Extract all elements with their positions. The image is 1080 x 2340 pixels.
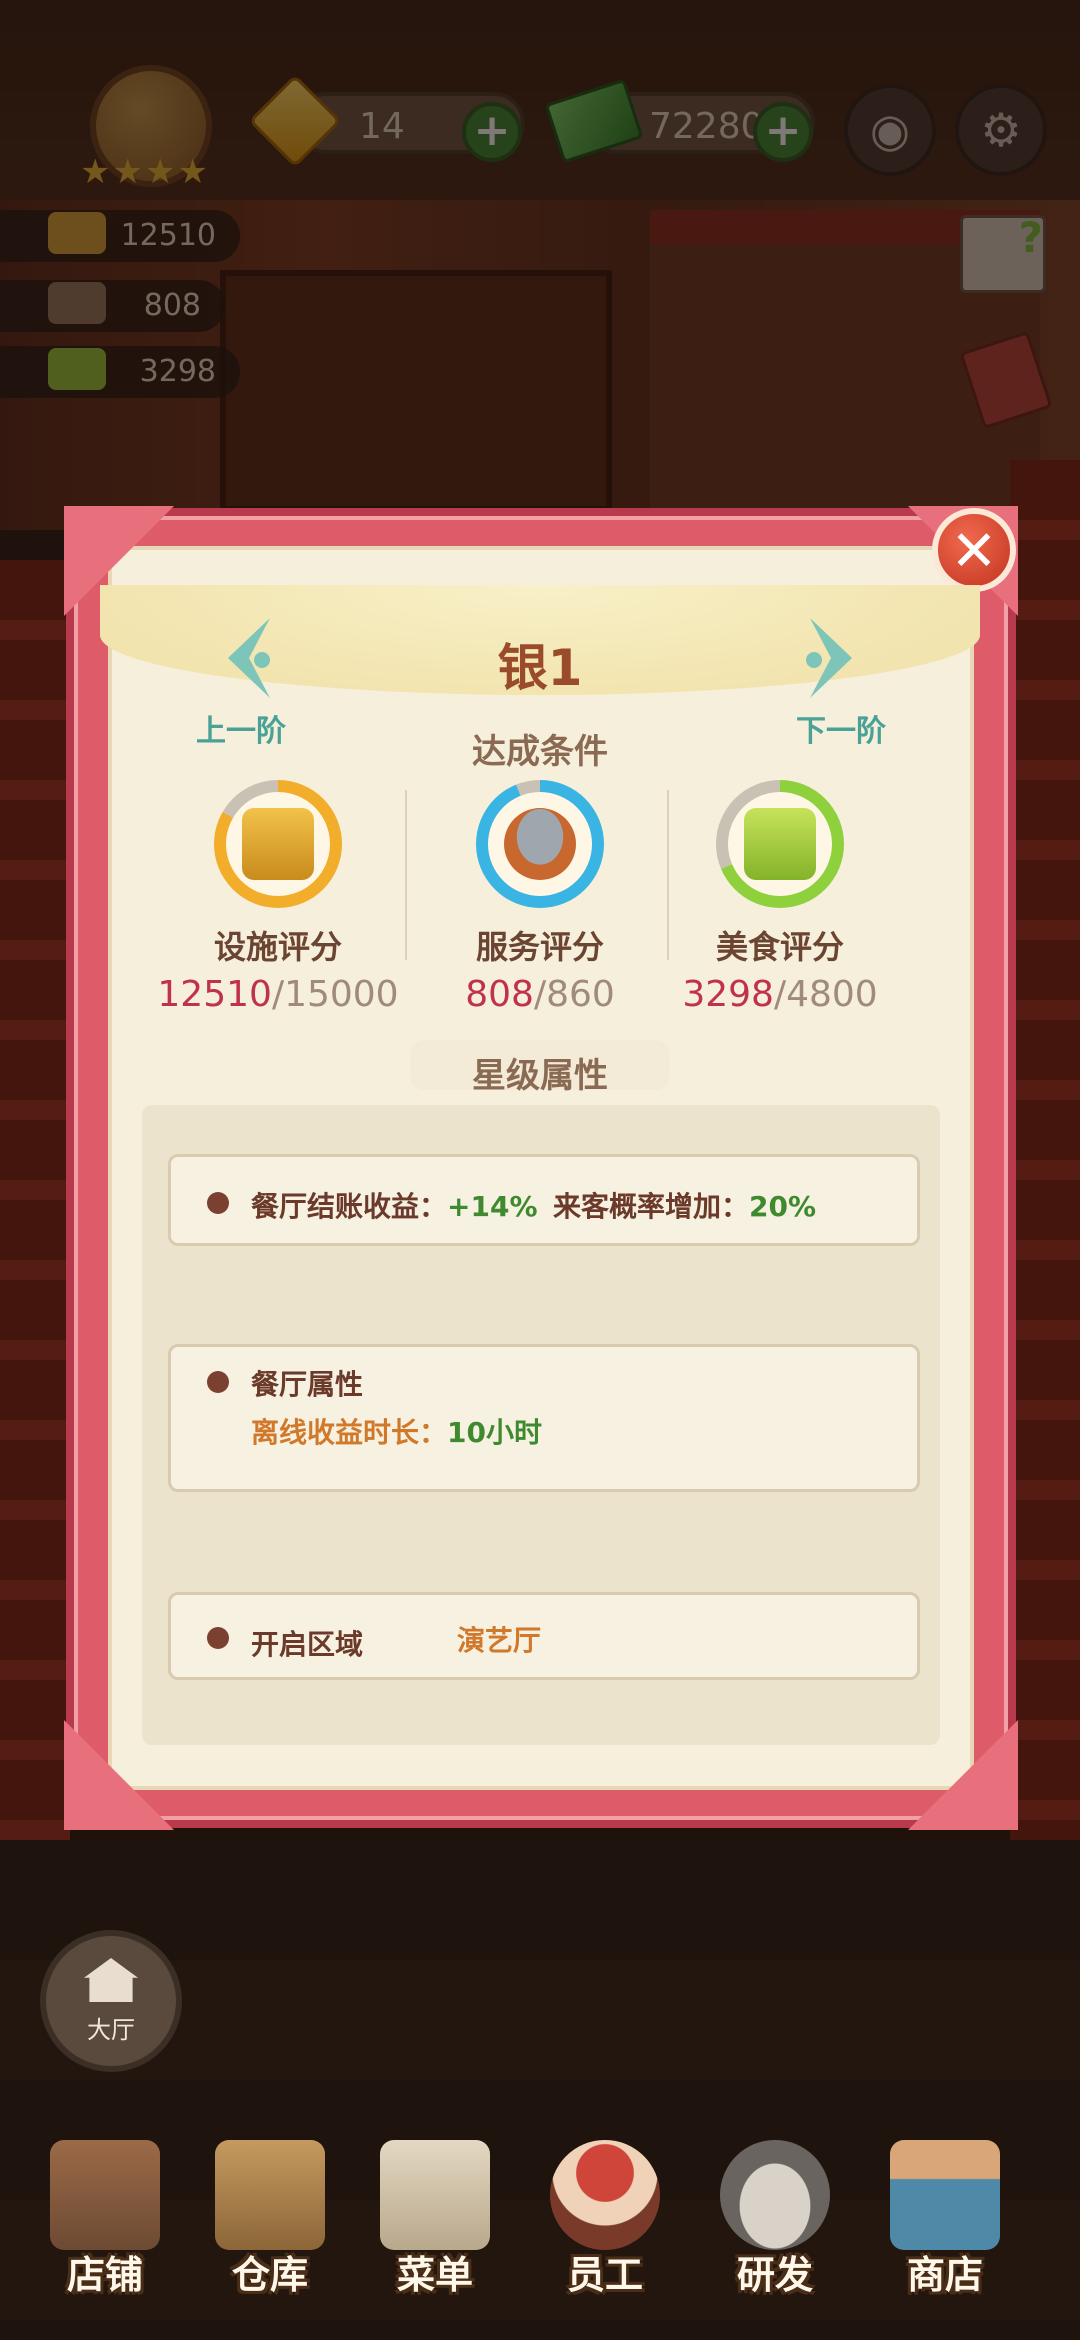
offline-label: 离线收益时长 [251, 1416, 420, 1449]
current-score: 808 [465, 974, 534, 1015]
staff-chef-icon [550, 2140, 660, 2250]
menu-clipboard-icon [380, 2140, 490, 2250]
checkout-value: +14% [447, 1190, 538, 1223]
unlock-area-box: 开启区域 演艺厅 [168, 1592, 920, 1680]
hall-button[interactable]: 大厅 [40, 1930, 182, 2072]
warehouse-boxes-icon [215, 2140, 325, 2250]
offline-income-text: 离线收益时长：10小时 [251, 1411, 542, 1451]
close-button[interactable]: ✕ [932, 508, 1016, 592]
nav-label: 店铺 [66, 2253, 143, 2297]
nav-research[interactable]: 研发 [700, 2120, 850, 2340]
shop-building-icon [50, 2140, 160, 2250]
service-criterion: 服务评分 808/860 [410, 780, 670, 1015]
close-icon: ✕ [950, 519, 998, 584]
conditions-title: 达成条件 [472, 732, 608, 772]
nav-label: 研发 [736, 2253, 813, 2297]
divider [405, 790, 407, 960]
serving-cloche-icon [504, 808, 576, 880]
current-score: 3298 [682, 974, 774, 1015]
food-progress-ring [716, 780, 844, 908]
restaurant-attr-box: 餐厅属性 离线收益时长：10小时 [168, 1344, 920, 1492]
nav-warehouse[interactable]: 仓库 [195, 2120, 345, 2340]
target-score: /860 [533, 974, 615, 1015]
facility-progress-ring [214, 780, 342, 908]
service-progress-ring [476, 780, 604, 908]
nav-menu[interactable]: 菜单 [360, 2120, 510, 2340]
income-bonus-box: 餐厅结账收益：+14% 来客概率增加：20% [168, 1154, 920, 1246]
current-score: 12510 [157, 974, 272, 1015]
rank-title: 银1 [497, 639, 583, 697]
visit-label: 来客概率增加 [553, 1190, 722, 1223]
bullet-icon [207, 1371, 229, 1393]
nav-label: 仓库 [231, 2253, 308, 2297]
bullet-icon [207, 1192, 229, 1214]
criterion-label: 服务评分 [475, 928, 604, 966]
hotpot-icon [242, 808, 314, 880]
nav-label: 菜单 [396, 2253, 473, 2297]
visit-value: 20% [749, 1190, 817, 1223]
criterion-label: 美食评分 [715, 928, 844, 966]
criterion-label: 设施评分 [213, 928, 342, 966]
unlock-value: 演艺厅 [457, 1624, 542, 1657]
star-attr-title: 星级属性 [472, 1056, 608, 1096]
nav-store[interactable]: 商店 [870, 2120, 1020, 2340]
criterion-value: 12510/15000 [148, 974, 408, 1015]
house-icon [84, 1958, 138, 2002]
facility-criterion: 设施评分 12510/15000 [148, 780, 408, 1015]
unlock-label: 开启区域 [251, 1628, 364, 1661]
nav-shop[interactable]: 店铺 [30, 2120, 180, 2340]
checkout-income-text: 餐厅结账收益：+14% [251, 1185, 538, 1225]
bullet-icon [207, 1627, 229, 1649]
target-score: /15000 [271, 974, 399, 1015]
offline-value: 10小时 [447, 1416, 542, 1449]
colon: ： [419, 1416, 448, 1449]
food-criterion: 美食评分 3298/4800 [650, 780, 910, 1015]
nav-label: 员工 [566, 2253, 643, 2297]
arrow-dot [254, 652, 270, 668]
checkout-label: 餐厅结账收益 [251, 1190, 420, 1223]
target-score: /4800 [773, 974, 878, 1015]
nav-staff[interactable]: 员工 [530, 2120, 680, 2340]
store-icon [890, 2140, 1000, 2250]
recipe-book-icon [744, 808, 816, 880]
wok-icon [720, 2140, 830, 2250]
nav-label: 商店 [906, 2253, 983, 2297]
restaurant-attr-title: 餐厅属性 [251, 1368, 364, 1401]
criterion-value: 3298/4800 [650, 974, 910, 1015]
visitor-rate-text: 来客概率增加：20% [553, 1185, 816, 1225]
arrow-dot [806, 652, 822, 668]
colon: ： [419, 1190, 448, 1223]
hall-label: 大厅 [87, 2016, 135, 2044]
criterion-value: 808/860 [410, 974, 670, 1015]
bottom-nav: 店铺 仓库 菜单 员工 研发 商店 [0, 2120, 1080, 2340]
colon: ： [721, 1190, 750, 1223]
